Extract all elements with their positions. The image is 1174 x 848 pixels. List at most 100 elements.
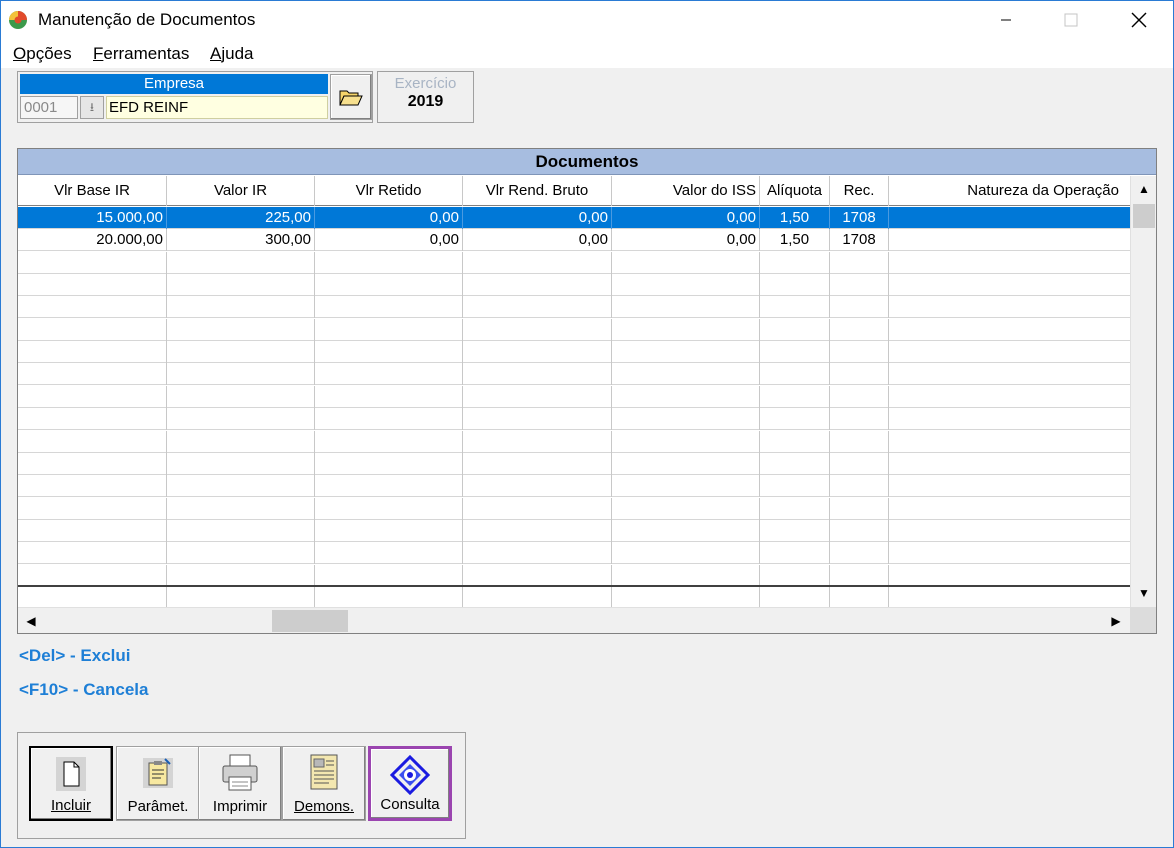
table-cell[interactable]	[167, 408, 315, 431]
table-cell[interactable]	[463, 542, 612, 565]
table-cell[interactable]	[18, 452, 167, 475]
table-cell[interactable]	[889, 565, 1130, 587]
table-cell[interactable]	[167, 430, 315, 453]
table-cell[interactable]	[18, 385, 167, 408]
table-cell[interactable]	[612, 408, 760, 431]
table-cell[interactable]	[463, 564, 612, 587]
table-cell[interactable]	[830, 341, 889, 364]
table-cell[interactable]	[18, 318, 167, 341]
table-cell[interactable]	[830, 251, 889, 274]
table-cell[interactable]	[612, 251, 760, 274]
horizontal-scroll-thumb[interactable]	[272, 610, 348, 632]
table-row[interactable]	[18, 385, 1130, 408]
table-row[interactable]	[18, 318, 1130, 341]
table-cell[interactable]	[315, 363, 463, 386]
table-cell[interactable]: 0,00	[463, 207, 612, 229]
table-cell[interactable]: 1708	[830, 207, 889, 229]
scroll-up-button[interactable]: ▲	[1132, 177, 1156, 201]
table-cell[interactable]	[315, 430, 463, 453]
table-row[interactable]	[18, 430, 1130, 453]
demons-button[interactable]: Demons.	[282, 746, 366, 821]
table-cell[interactable]	[167, 564, 315, 587]
table-cell[interactable]	[463, 385, 612, 408]
vertical-scrollbar[interactable]: ▲ ▼	[1130, 176, 1156, 607]
table-cell[interactable]	[612, 542, 760, 565]
col-header-vlr-retido[interactable]: Vlr Retido	[315, 176, 463, 206]
table-row[interactable]	[18, 519, 1130, 542]
table-cell[interactable]	[830, 385, 889, 408]
table-cell[interactable]	[18, 363, 167, 386]
minimize-button[interactable]	[983, 1, 1029, 38]
table-cell[interactable]	[889, 386, 1130, 408]
table-cell[interactable]	[760, 475, 830, 498]
table-cell[interactable]	[889, 229, 1130, 251]
table-cell[interactable]	[830, 363, 889, 386]
table-cell[interactable]	[612, 519, 760, 542]
table-cell[interactable]	[167, 452, 315, 475]
table-cell[interactable]	[612, 475, 760, 498]
table-cell[interactable]	[889, 363, 1130, 385]
table-cell[interactable]	[463, 251, 612, 274]
table-cell[interactable]	[18, 341, 167, 364]
table-cell[interactable]	[18, 542, 167, 565]
table-row[interactable]	[18, 497, 1130, 520]
table-cell[interactable]: 1708	[830, 229, 889, 252]
menu-ferramentas[interactable]: Ferramentas	[93, 44, 189, 64]
table-cell[interactable]	[889, 207, 1130, 229]
table-cell[interactable]	[612, 385, 760, 408]
table-row[interactable]	[18, 408, 1130, 431]
table-cell[interactable]	[760, 385, 830, 408]
table-cell[interactable]	[18, 497, 167, 520]
table-cell[interactable]	[18, 564, 167, 587]
table-cell[interactable]	[612, 363, 760, 386]
table-cell[interactable]	[830, 519, 889, 542]
table-cell[interactable]	[889, 520, 1130, 542]
table-cell[interactable]	[889, 431, 1130, 453]
table-cell[interactable]	[463, 408, 612, 431]
table-cell[interactable]	[830, 430, 889, 453]
col-header-valor-ir[interactable]: Valor IR	[167, 176, 315, 206]
table-cell[interactable]	[315, 519, 463, 542]
table-cell[interactable]	[760, 452, 830, 475]
col-header-valor-iss[interactable]: Valor do ISS	[612, 176, 760, 206]
table-cell[interactable]	[167, 542, 315, 565]
table-row[interactable]	[18, 274, 1130, 297]
table-cell[interactable]	[830, 542, 889, 565]
table-cell[interactable]	[463, 274, 612, 297]
table-row[interactable]: 20.000,00 300,00 0,00 0,00 0,00 1,50 1708	[18, 229, 1130, 252]
table-cell[interactable]	[167, 519, 315, 542]
parametros-button[interactable]: Parâmet.	[116, 746, 200, 821]
table-cell[interactable]	[167, 274, 315, 297]
table-cell[interactable]: 20.000,00	[18, 229, 167, 252]
table-cell[interactable]	[889, 498, 1130, 520]
scroll-right-button[interactable]: ▶	[1104, 609, 1128, 633]
table-cell[interactable]	[760, 497, 830, 520]
table-cell[interactable]	[315, 475, 463, 498]
table-cell[interactable]	[315, 542, 463, 565]
table-row[interactable]	[18, 564, 1130, 587]
table-cell[interactable]	[167, 385, 315, 408]
maximize-button[interactable]	[1048, 1, 1094, 38]
table-cell[interactable]	[18, 251, 167, 274]
table-cell[interactable]: 1,50	[760, 207, 830, 229]
table-cell[interactable]	[18, 274, 167, 297]
close-button[interactable]	[1116, 1, 1162, 38]
table-row[interactable]	[18, 251, 1130, 274]
table-cell[interactable]	[18, 475, 167, 498]
horizontal-scrollbar[interactable]: ◀ ▶	[18, 607, 1130, 633]
table-cell[interactable]	[760, 408, 830, 431]
table-cell[interactable]	[167, 296, 315, 319]
table-cell[interactable]	[315, 408, 463, 431]
table-cell[interactable]: 0,00	[612, 207, 760, 229]
col-header-aliquota[interactable]: Alíquota	[760, 176, 830, 206]
table-cell[interactable]	[612, 452, 760, 475]
table-row[interactable]	[18, 296, 1130, 319]
table-cell[interactable]: 15.000,00	[18, 207, 167, 229]
table-cell[interactable]	[830, 274, 889, 297]
table-cell[interactable]	[315, 251, 463, 274]
table-cell[interactable]	[889, 341, 1130, 363]
table-cell[interactable]	[889, 319, 1130, 341]
table-cell[interactable]: 0,00	[463, 229, 612, 252]
table-cell[interactable]	[315, 318, 463, 341]
table-cell[interactable]	[167, 251, 315, 274]
